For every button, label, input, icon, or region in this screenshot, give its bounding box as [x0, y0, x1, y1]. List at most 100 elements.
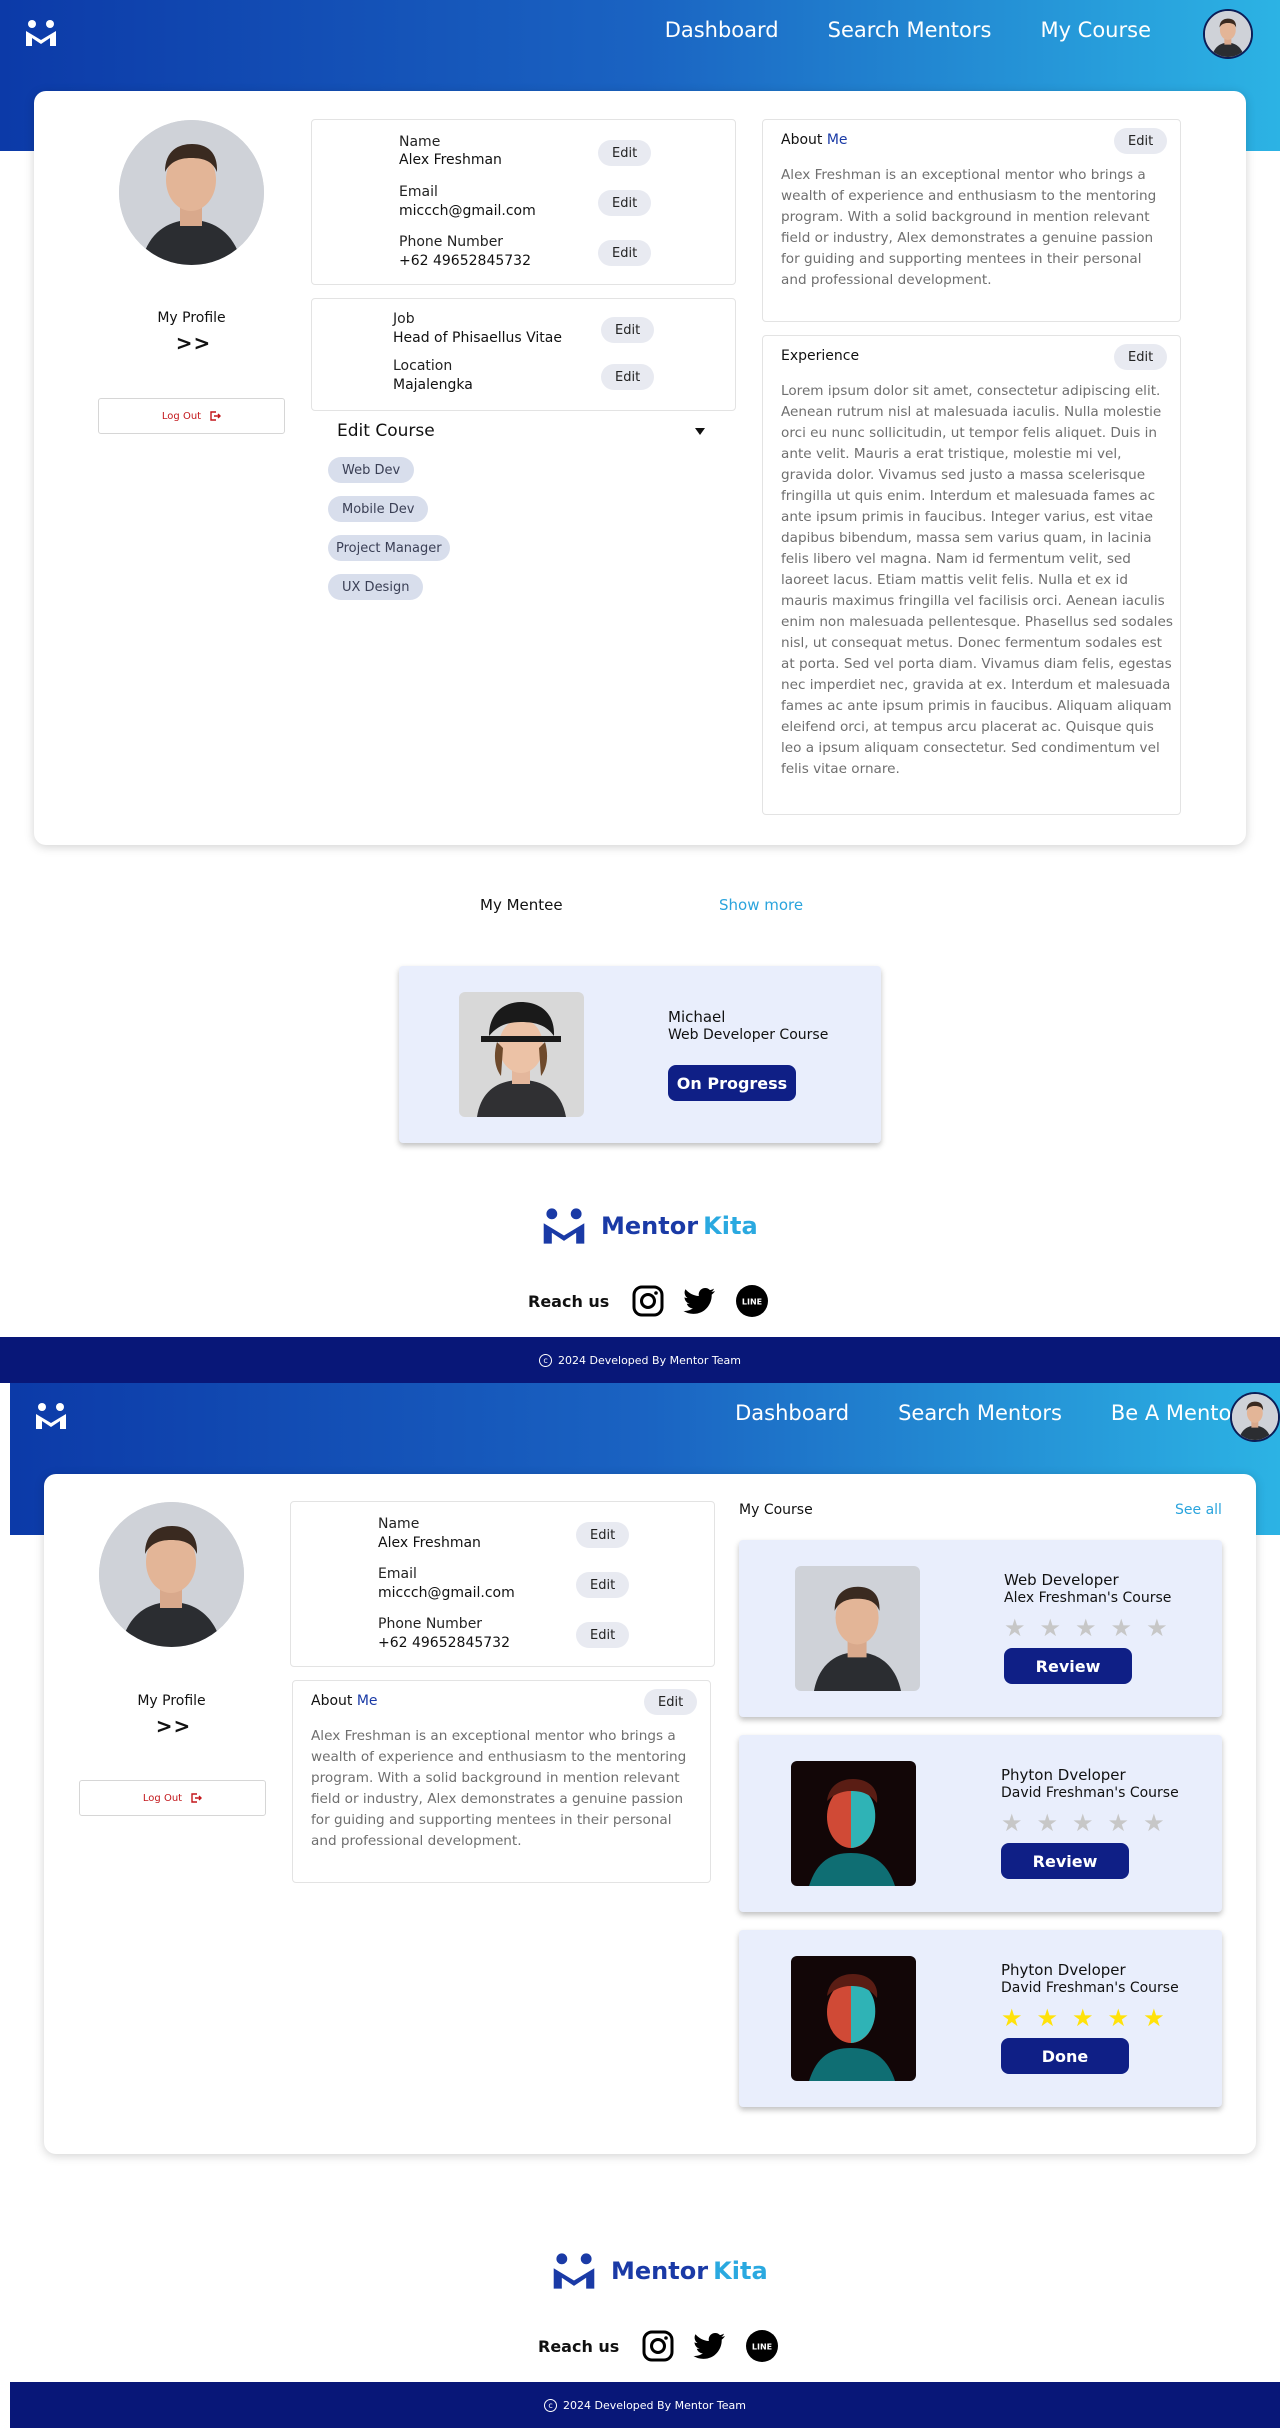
- review-button[interactable]: Review: [1004, 1648, 1132, 1684]
- nav-search-mentors[interactable]: Search Mentors: [828, 18, 992, 42]
- star-icon[interactable]: ★: [1111, 1616, 1133, 1640]
- mentee-course: Web Developer Course: [668, 1027, 829, 1043]
- my-profile-label-2: My Profile: [137, 1693, 206, 1709]
- star-icon[interactable]: ★: [1143, 2006, 1165, 2030]
- edit-name-button[interactable]: Edit: [598, 140, 652, 166]
- footer-brand: Mentor Kita: [541, 1207, 758, 1245]
- course-card[interactable]: Phyton Dveloper David Freshman's Course …: [739, 1930, 1222, 2107]
- profile-photo: [119, 120, 264, 265]
- logout-label: Log Out: [161, 410, 202, 422]
- experience-text: Lorem ipsum dolor sit amet, consectetur …: [781, 383, 1173, 777]
- nav-search-mentors-2[interactable]: Search Mentors: [898, 1401, 1062, 1425]
- edit-experience-button[interactable]: Edit: [1114, 344, 1168, 370]
- footer-brand-2: Mentor Kita: [551, 2252, 768, 2290]
- chevrons-right-icon[interactable]: > >: [119, 331, 264, 355]
- email-value-2: miccch@gmail.com: [378, 1585, 515, 1601]
- star-icon[interactable]: ★: [1072, 1811, 1094, 1835]
- on-progress-button[interactable]: On Progress: [668, 1065, 796, 1101]
- line-icon[interactable]: [735, 1284, 769, 1318]
- course-card[interactable]: Web Developer Alex Freshman's Course ★ ★ ★…: [739, 1540, 1222, 1717]
- top-nav: Dashboard Search Mentors My Course: [0, 0, 1280, 66]
- star-icon[interactable]: ★: [1004, 1616, 1026, 1640]
- review-button[interactable]: Review: [1001, 1843, 1129, 1879]
- star-icon[interactable]: ★: [1001, 1811, 1023, 1835]
- edit-course-dropdown[interactable]: Edit Course: [337, 421, 705, 441]
- rating-stars[interactable]: ★ ★ ★ ★ ★: [1001, 1811, 1165, 1835]
- twitter-icon-2[interactable]: [693, 2329, 727, 2363]
- phone-value: +62 49652845732: [399, 253, 531, 269]
- see-all-link[interactable]: See all: [1175, 1502, 1222, 1518]
- edit-location-button[interactable]: Edit: [601, 364, 655, 390]
- job-label: Job: [393, 311, 415, 327]
- star-icon[interactable]: ★: [1037, 1811, 1059, 1835]
- star-icon[interactable]: ★: [1075, 1616, 1097, 1640]
- course-photo: [791, 1956, 916, 2081]
- copyright-text-2: 2024 Developed By Mentor Team: [563, 2398, 746, 2412]
- footer-bar-2: c 2024 Developed By Mentor Team: [10, 2382, 1280, 2428]
- star-icon[interactable]: ★: [1037, 2006, 1059, 2030]
- line-icon-2[interactable]: [745, 2329, 779, 2363]
- edit-about-button-2[interactable]: Edit: [644, 1689, 698, 1715]
- edit-course-label: Edit Course: [337, 421, 435, 441]
- job-value: Head of Phisaellus Vitae: [393, 330, 562, 346]
- course-subtitle: David Freshman's Course: [1001, 1785, 1179, 1801]
- logout-button-2[interactable]: Log Out: [79, 1780, 266, 1816]
- star-icon[interactable]: ★: [1146, 1616, 1168, 1640]
- course-subtitle: David Freshman's Course: [1001, 1980, 1179, 1996]
- contact-info-box-2: Name Alex Freshman Edit Email miccch@gma…: [290, 1501, 715, 1667]
- course-tag-ux-design[interactable]: UX Design: [328, 574, 424, 600]
- logo-icon[interactable]: [24, 19, 58, 47]
- brand-logo-icon: [541, 1207, 587, 1245]
- course-card[interactable]: Phyton Dveloper David Freshman's Course …: [739, 1735, 1222, 1912]
- copyright-text: 2024 Developed By Mentor Team: [558, 1353, 741, 1367]
- mentee-card[interactable]: Michael Web Developer Course On Progress: [399, 966, 881, 1143]
- edit-name-button-2[interactable]: Edit: [576, 1522, 630, 1548]
- instagram-icon[interactable]: [631, 1284, 665, 1318]
- phone-label: Phone Number: [399, 234, 504, 250]
- edit-about-button[interactable]: Edit: [1114, 128, 1168, 154]
- nav-my-course[interactable]: My Course: [1040, 18, 1151, 42]
- my-mentee-title: My Mentee: [480, 896, 563, 914]
- edit-email-button[interactable]: Edit: [598, 190, 652, 216]
- rating-stars[interactable]: ★ ★ ★ ★ ★: [1004, 1616, 1168, 1640]
- star-icon[interactable]: ★: [1108, 2006, 1130, 2030]
- star-icon[interactable]: ★: [1143, 1811, 1165, 1835]
- logo-icon-2[interactable]: [34, 1402, 68, 1430]
- show-more-link[interactable]: Show more: [719, 896, 803, 914]
- star-icon[interactable]: ★: [1040, 1616, 1062, 1640]
- twitter-icon[interactable]: [683, 1284, 717, 1318]
- reach-us-label: Reach us: [528, 1291, 610, 1311]
- course-tag-mobile-dev[interactable]: Mobile Dev: [328, 496, 429, 522]
- edit-phone-button[interactable]: Edit: [598, 240, 652, 266]
- phone-label-2: Phone Number: [378, 1616, 483, 1632]
- chevrons-right-icon-2[interactable]: > >: [99, 1714, 244, 1738]
- user-avatar-2[interactable]: [1230, 1392, 1280, 1442]
- reach-us-row-2: Reach us: [538, 2329, 779, 2363]
- course-title: Phyton Dveloper: [1001, 1961, 1126, 1979]
- name-label: Name: [399, 134, 441, 150]
- contact-info-box: Name Alex Freshman Edit Email miccch@gma…: [311, 119, 736, 285]
- edit-email-button-2[interactable]: Edit: [576, 1572, 630, 1598]
- copyright-icon: c: [539, 1353, 553, 1367]
- star-icon[interactable]: ★: [1001, 2006, 1023, 2030]
- user-avatar[interactable]: [1203, 9, 1253, 59]
- course-tag-project-manager[interactable]: Project Manager: [328, 535, 450, 561]
- star-icon[interactable]: ★: [1108, 1811, 1130, 1835]
- edit-phone-button-2[interactable]: Edit: [576, 1622, 630, 1648]
- nav-be-a-mentor[interactable]: Be A Mentor: [1111, 1401, 1240, 1425]
- course-tag-web-dev[interactable]: Web Dev: [328, 457, 415, 483]
- mentee-photo: [459, 992, 584, 1117]
- done-button[interactable]: Done: [1001, 2038, 1129, 2074]
- brand-logo-icon-2: [551, 2252, 597, 2290]
- logout-icon-2: [190, 1792, 202, 1804]
- star-icon[interactable]: ★: [1072, 2006, 1094, 2030]
- edit-job-button[interactable]: Edit: [601, 317, 655, 343]
- nav-dashboard-2[interactable]: Dashboard: [735, 1401, 849, 1425]
- nav-dashboard[interactable]: Dashboard: [665, 18, 779, 42]
- rating-stars[interactable]: ★ ★ ★ ★ ★: [1001, 2006, 1165, 2030]
- instagram-icon-2[interactable]: [641, 2329, 675, 2363]
- location-value: Majalengka: [393, 377, 473, 393]
- brand-kita: Kita: [703, 1212, 758, 1240]
- profile-card-2: My Profile > > Log Out Name Alex Freshma…: [44, 1474, 1256, 2154]
- logout-button[interactable]: Log Out: [98, 398, 285, 434]
